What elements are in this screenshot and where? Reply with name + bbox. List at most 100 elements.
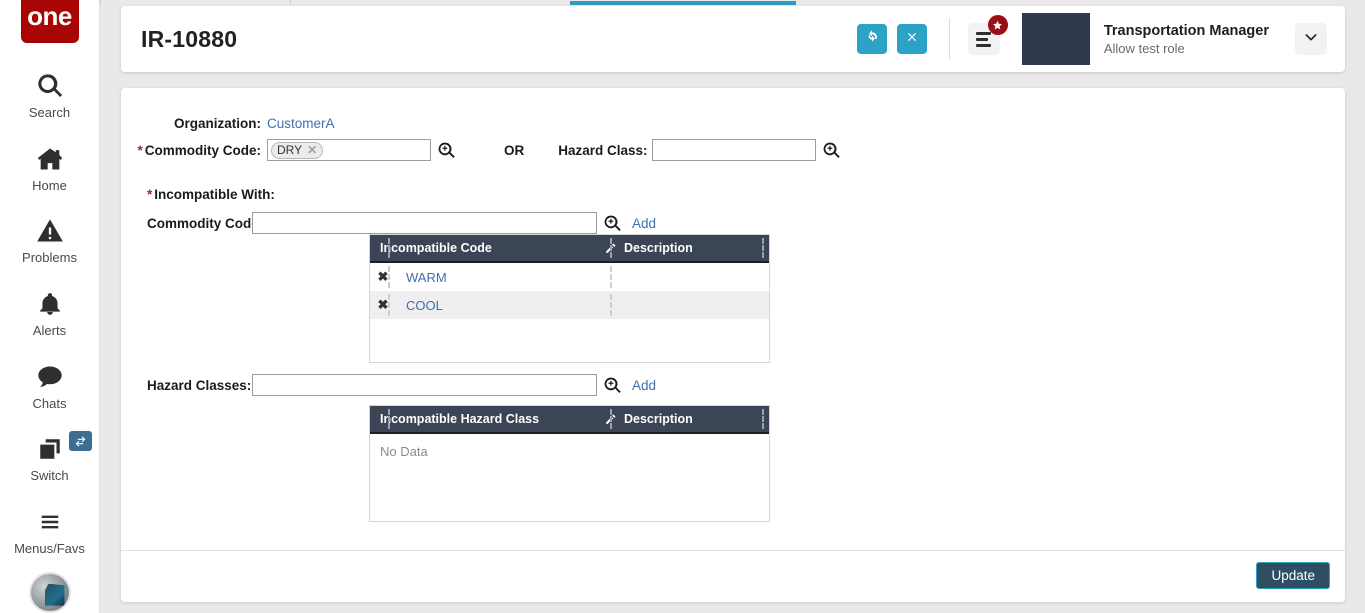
empty-state-text: No Data <box>380 444 428 459</box>
column-divider <box>762 409 764 429</box>
commodity-codes-input[interactable] <box>252 212 597 234</box>
close-icon <box>905 30 919 49</box>
commodity-codes-add-link[interactable]: Add <box>632 216 656 231</box>
page-header: IR-10880 Transportation Manager Allow te… <box>121 6 1345 72</box>
chevron-down-icon <box>1303 29 1319 50</box>
row-remove-icon[interactable]: ✖ <box>370 297 396 313</box>
incompatible-with-row: * Incompatible With: <box>147 187 1345 202</box>
required-marker: * <box>147 187 153 202</box>
hazard-classes-search-icon[interactable] <box>603 376 622 395</box>
organization-row: Organization: CustomerA <box>121 116 1345 131</box>
user-name: Transportation Manager <box>1103 22 1269 39</box>
user-role: Allow test role <box>1103 40 1185 56</box>
commodity-code-search-icon[interactable] <box>437 141 456 160</box>
close-button[interactable] <box>896 24 927 54</box>
row-remove-icon[interactable]: ✖ <box>370 269 396 285</box>
chip-remove-icon[interactable]: ✕ <box>307 143 317 157</box>
column-divider <box>610 409 612 429</box>
incompatibility-form: Organization: CustomerA * Commodity Code:… <box>121 88 1345 522</box>
commodity-hazard-row: * Commodity Code: DRY ✕ OR Hazard Class: <box>121 139 1345 161</box>
column-divider <box>388 294 390 316</box>
sidebar-item-label: Chats <box>32 395 67 411</box>
organization-value[interactable]: CustomerA <box>267 116 335 131</box>
tab-divider <box>100 0 101 5</box>
column-divider <box>762 238 764 258</box>
header-divider <box>948 18 950 60</box>
sidebar-item-switch[interactable]: Switch <box>0 422 100 495</box>
sidebar-item-label: Home <box>32 177 67 193</box>
active-tab-indicator[interactable] <box>570 1 796 5</box>
sidebar-item-search[interactable]: Search <box>0 59 100 132</box>
sidebar-item-label: Alerts <box>32 322 67 338</box>
cell-incompatible-code[interactable]: WARM <box>396 270 610 285</box>
grid-header-row: Incompatible Hazard Class Description <box>370 406 769 434</box>
cell-incompatible-code[interactable]: COOL <box>396 298 610 313</box>
menu-lines-icon <box>976 31 992 47</box>
grid-header-row: Incompatible Code Description <box>370 235 769 263</box>
column-divider <box>388 266 390 288</box>
hazard-class-input[interactable] <box>651 139 816 161</box>
column-divider <box>610 266 612 288</box>
incompatible-code-grid: Incompatible Code Description ✖ WARM ✖ C… <box>369 234 770 363</box>
column-header-description[interactable]: Description <box>592 235 747 261</box>
header-actions: Transportation Manager Allow test role <box>847 6 1345 72</box>
hazard-class-search-icon[interactable] <box>822 141 841 160</box>
user-info: Transportation Manager Allow test role <box>1104 23 1269 56</box>
sidebar-item-home[interactable]: Home <box>0 132 100 205</box>
column-header-incompatible-code[interactable]: Incompatible Code <box>370 235 592 261</box>
hazard-classes-input[interactable] <box>252 374 597 396</box>
hazard-class-label: Hazard Class: <box>558 142 648 158</box>
hazard-classes-add-link[interactable]: Add <box>632 378 656 393</box>
commodity-code-label: * Commodity Code: <box>137 142 261 158</box>
tab-divider <box>290 0 291 5</box>
sidebar-item-label: Switch <box>30 468 69 484</box>
incompatible-with-label: * Incompatible With: <box>147 187 275 202</box>
organization-label: Organization: <box>174 116 261 131</box>
commodity-codes-row: Commodity Codes: Add <box>147 212 1345 234</box>
hazard-classes-row: Hazard Classes: Add <box>147 374 656 396</box>
sidebar-item-problems[interactable]: Problems <box>0 204 100 277</box>
sidebar-item-chats[interactable]: Chats <box>0 350 100 423</box>
brand-logo[interactable]: one <box>20 0 79 44</box>
left-sidebar: one Search Home Problems Alerts Chats Sw… <box>0 0 100 613</box>
user-thumbnail[interactable] <box>1021 13 1090 65</box>
column-divider <box>610 238 612 258</box>
required-marker: * <box>137 142 143 158</box>
column-divider <box>388 409 390 429</box>
sidebar-item-menus-favs[interactable]: Menus/Favs <box>0 495 100 568</box>
column-divider <box>610 294 612 316</box>
sidebar-item-label: Menus/Favs <box>14 540 85 556</box>
update-button[interactable]: Update <box>1256 562 1330 589</box>
brand-logo-text: one <box>27 0 72 31</box>
menu-favorites-button[interactable] <box>967 15 1008 55</box>
incompatible-hazard-class-grid: Incompatible Hazard Class Description No… <box>369 405 770 522</box>
home-icon <box>35 144 65 174</box>
user-menu-button[interactable] <box>1295 23 1327 55</box>
star-icon <box>987 15 1008 35</box>
footer-divider <box>121 550 1345 551</box>
column-header-description[interactable]: Description <box>592 406 747 432</box>
table-row[interactable]: ✖ COOL <box>370 291 769 319</box>
table-row[interactable]: ✖ WARM <box>370 263 769 291</box>
bell-icon <box>37 289 63 319</box>
sidebar-item-label: Problems <box>22 250 77 266</box>
chip-label: DRY <box>277 143 303 157</box>
or-separator: OR <box>504 142 525 158</box>
chat-bubble-icon <box>35 362 65 392</box>
swap-arrows-icon[interactable] <box>68 431 92 452</box>
column-divider <box>388 238 390 258</box>
refresh-icon <box>864 29 880 50</box>
refresh-button[interactable] <box>856 24 887 54</box>
search-icon <box>36 71 64 101</box>
commodity-codes-search-icon[interactable] <box>603 214 622 233</box>
column-header-incompatible-hazard-class[interactable]: Incompatible Hazard Class <box>370 406 592 432</box>
commodity-codes-label: Commodity Codes: <box>147 215 271 231</box>
sidebar-item-alerts[interactable]: Alerts <box>0 277 100 350</box>
commodity-code-chip: DRY ✕ <box>271 141 324 159</box>
avatar[interactable] <box>28 571 71 613</box>
commodity-code-input[interactable]: DRY ✕ <box>267 139 431 161</box>
sidebar-item-label: Search <box>28 105 71 120</box>
hamburger-icon <box>36 507 64 537</box>
page-title: IR-10880 <box>141 25 238 52</box>
hazard-classes-label: Hazard Classes: <box>147 377 252 393</box>
